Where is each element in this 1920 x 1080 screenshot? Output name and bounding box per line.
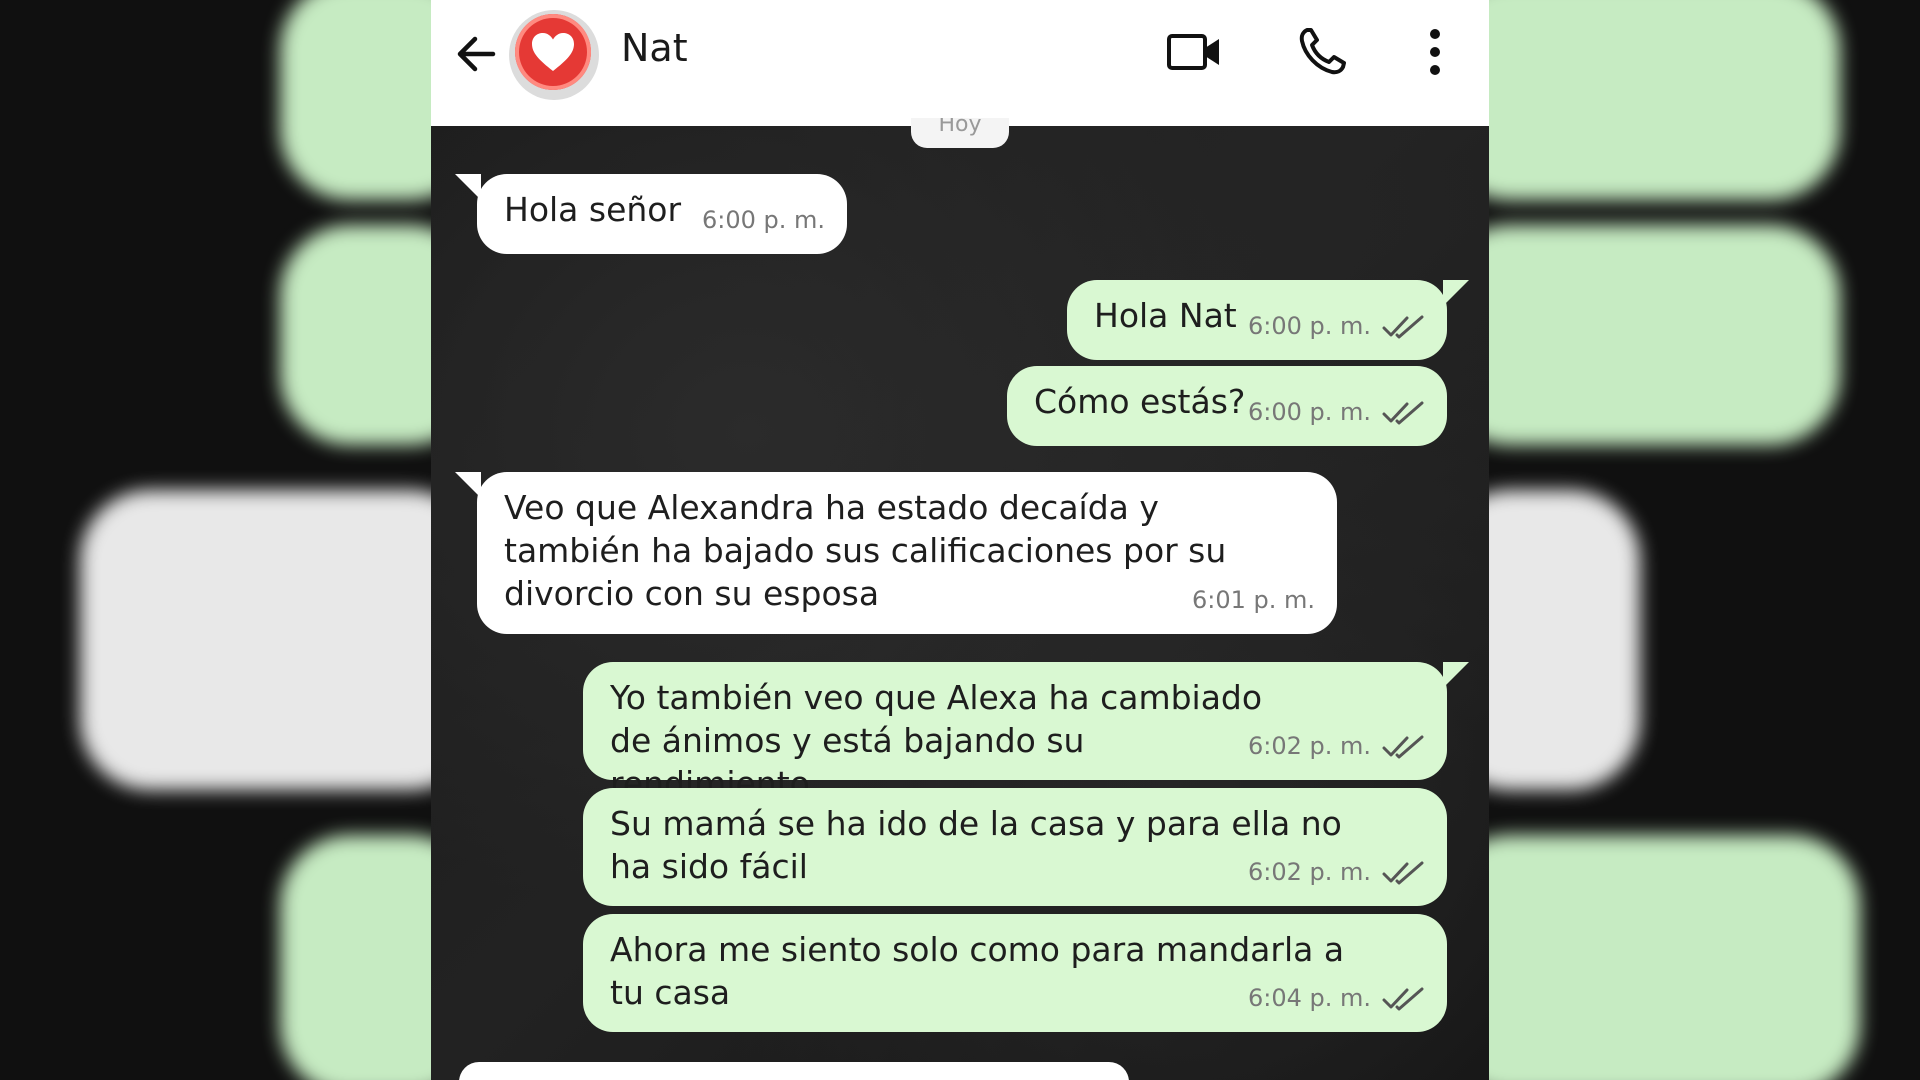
blurred-bubble <box>1440 225 1840 445</box>
message-bubble-outgoing[interactable]: Su mamá se ha ido de la casa y para ella… <box>583 788 1447 906</box>
message-time: 6:00 p. m. <box>1247 398 1371 426</box>
message-bubble-outgoing[interactable]: Hola Nat 6:00 p. m. <box>1067 280 1469 360</box>
message-time: 6:00 p. m. <box>1247 312 1371 340</box>
message-meta: 6:00 p. m. <box>1248 391 1425 434</box>
message-bubble-partial <box>459 1062 1129 1080</box>
chat-screen: Nat Hoy Hola señor 6:00 p. m. Hola Nat 6… <box>431 0 1489 1080</box>
bubble-tail <box>455 174 481 200</box>
bubble-tail <box>1443 280 1469 306</box>
message-meta: 6:01 p. m. <box>1192 579 1315 622</box>
voice-call-button[interactable] <box>1293 24 1357 80</box>
contact-name[interactable]: Nat <box>621 26 688 70</box>
phone-icon <box>1299 28 1346 75</box>
bubble-tail <box>1443 662 1469 688</box>
message-time: 6:02 p. m. <box>1247 858 1371 886</box>
arrow-left-icon <box>457 36 496 72</box>
avatar[interactable] <box>509 10 599 100</box>
message-time: 6:04 p. m. <box>1247 984 1371 1012</box>
message-bubble-incoming[interactable]: Hola señor 6:00 p. m. <box>455 174 847 254</box>
message-bubble-outgoing[interactable]: Cómo estás? 6:00 p. m. <box>1007 366 1447 446</box>
message-bubble-outgoing[interactable]: Yo también veo que Alexa ha cambiado de … <box>583 662 1469 803</box>
message-meta: 6:00 p. m. <box>702 199 825 242</box>
message-time: 6:01 p. m. <box>1191 586 1315 614</box>
message-meta: 6:02 p. m. <box>1248 725 1425 768</box>
double-check-icon <box>1382 861 1424 884</box>
video-call-button[interactable] <box>1163 24 1227 80</box>
blurred-bubble <box>1440 0 1840 200</box>
double-check-icon <box>1382 315 1424 338</box>
double-check-icon <box>1382 987 1424 1010</box>
message-bubble-incoming[interactable]: Veo que Alexandra ha estado decaída y ta… <box>455 472 1337 634</box>
blurred-bubble <box>1440 835 1860 1080</box>
video-camera-icon <box>1167 34 1219 70</box>
message-meta: 6:02 p. m. <box>1248 851 1425 894</box>
chat-header: Nat <box>431 0 1489 126</box>
more-options-button[interactable] <box>1413 24 1457 80</box>
message-meta: 6:00 p. m. <box>1248 305 1425 348</box>
bubble-tail <box>455 472 481 498</box>
message-bubble-outgoing[interactable]: Ahora me siento solo como para mandarla … <box>583 914 1447 1032</box>
message-meta: 6:04 p. m. <box>1248 977 1425 1020</box>
blurred-bubble <box>80 490 480 790</box>
more-vertical-icon <box>1430 29 1440 75</box>
double-check-icon <box>1382 401 1424 424</box>
back-button[interactable] <box>449 26 505 82</box>
date-chip: Hoy <box>911 118 1009 148</box>
message-time: 6:02 p. m. <box>1247 732 1371 760</box>
heart-icon <box>532 33 574 71</box>
message-time: 6:00 p. m. <box>701 206 825 234</box>
double-check-icon <box>1382 735 1424 758</box>
